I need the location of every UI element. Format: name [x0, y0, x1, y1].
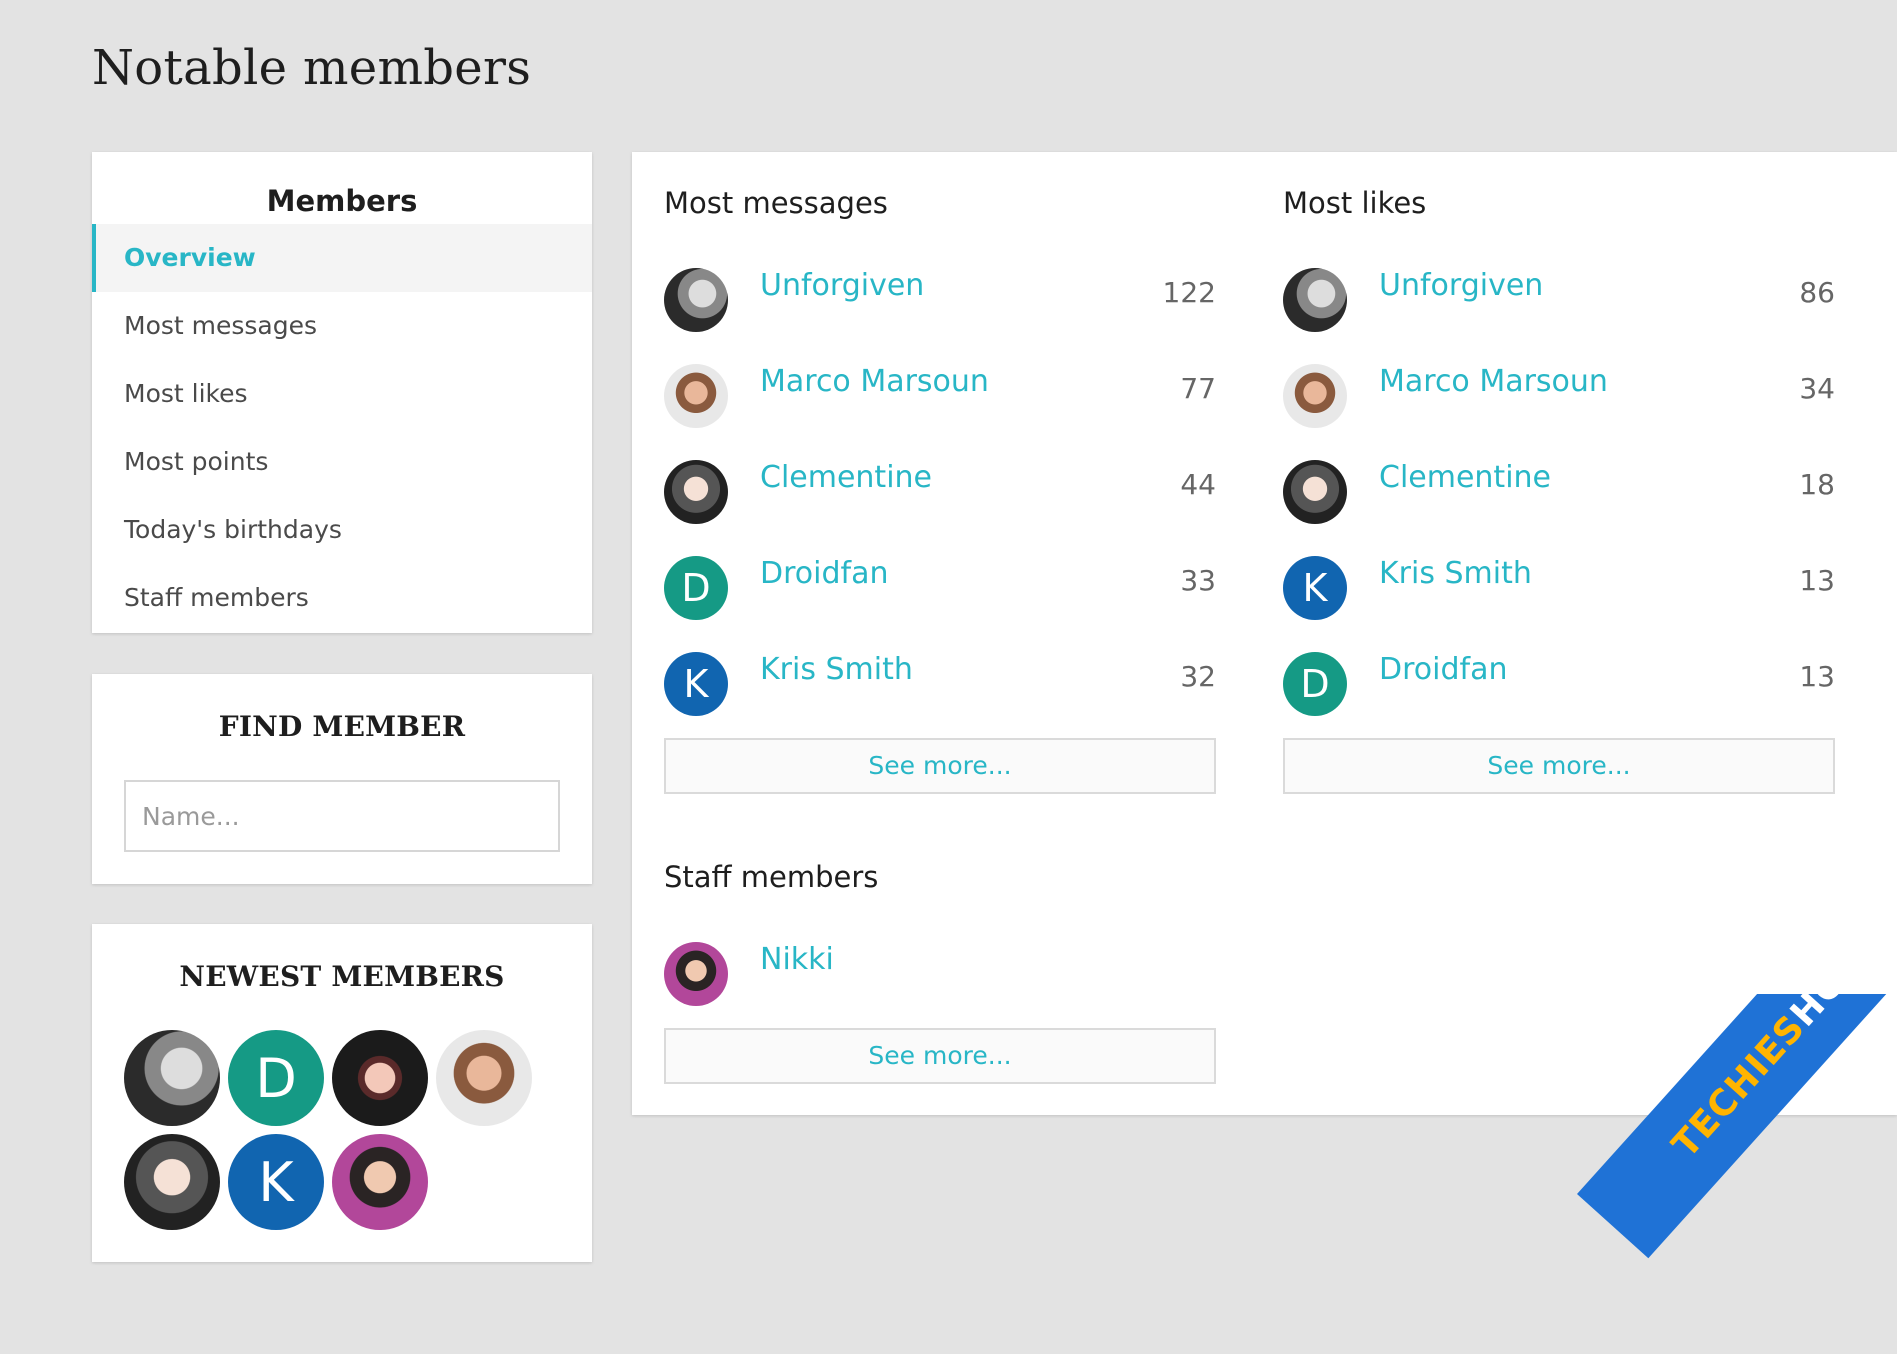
member-row: Nikki [664, 926, 1216, 1022]
nav-item-todays-birthdays[interactable]: Today's birthdays [92, 496, 592, 564]
member-avatar[interactable]: K [1283, 556, 1347, 620]
member-name-link[interactable]: Kris Smith [1379, 556, 1532, 591]
page-title: Notable members [92, 40, 532, 96]
member-avatar[interactable] [664, 460, 728, 524]
newest-members-grid: DK [124, 1030, 544, 1230]
member-count: 32 [1180, 660, 1216, 693]
nav-item-staff-members[interactable]: Staff members [92, 564, 592, 632]
member-name-input[interactable] [124, 780, 560, 852]
member-row: Unforgiven 122 [664, 252, 1216, 348]
member-name-link[interactable]: Clementine [1379, 460, 1551, 495]
nav-item-overview[interactable]: Overview [92, 224, 592, 292]
member-avatar[interactable] [332, 1134, 428, 1230]
notable-members-main: Most messages Unforgiven 122 Marco Marsoun… [632, 152, 1897, 1115]
member-avatar[interactable]: D [1283, 652, 1347, 716]
member-name-link[interactable]: Droidfan [760, 556, 888, 591]
member-count: 13 [1799, 564, 1835, 597]
member-row: D Droidfan 13 [1283, 636, 1835, 732]
member-row: K Kris Smith 32 [664, 636, 1216, 732]
member-row: D Droidfan 33 [664, 540, 1216, 636]
avatar-letter: K [258, 1150, 294, 1214]
member-count: 77 [1180, 372, 1216, 405]
member-row: Clementine 18 [1283, 444, 1835, 540]
member-avatar[interactable]: K [228, 1134, 324, 1230]
member-row: Clementine 44 [664, 444, 1216, 540]
member-avatar[interactable] [1283, 268, 1347, 332]
member-avatar[interactable] [124, 1134, 220, 1230]
member-name-link[interactable]: Clementine [760, 460, 932, 495]
find-member-title: FIND MEMBER [218, 710, 466, 743]
member-count: 86 [1799, 276, 1835, 309]
member-avatar[interactable]: D [664, 556, 728, 620]
member-avatar[interactable] [332, 1030, 428, 1126]
members-nav-list: Overview Most messages Most likes Most p… [92, 224, 592, 632]
avatar-letter: D [1300, 662, 1330, 706]
member-avatar[interactable]: D [228, 1030, 324, 1126]
newest-members-title: NEWEST MEMBERS [179, 960, 505, 993]
member-row: Marco Marsoun 34 [1283, 348, 1835, 444]
nav-item-most-messages[interactable]: Most messages [92, 292, 592, 360]
member-count: 13 [1799, 660, 1835, 693]
member-avatar[interactable] [1283, 460, 1347, 524]
member-avatar[interactable] [664, 268, 728, 332]
member-name-link[interactable]: Nikki [760, 942, 834, 977]
member-avatar[interactable] [664, 942, 728, 1006]
member-name-link[interactable]: Droidfan [1379, 652, 1507, 687]
newest-members-card: NEWEST MEMBERS DK [92, 924, 592, 1262]
staff-members-list: Nikki [664, 926, 1216, 1022]
member-count: 33 [1180, 564, 1216, 597]
most-messages-list: Unforgiven 122 Marco Marsoun 77 Clementine 44… [664, 252, 1216, 732]
member-name-link[interactable]: Unforgiven [760, 268, 924, 303]
member-count: 44 [1180, 468, 1216, 501]
member-count: 34 [1799, 372, 1835, 405]
staff-members-see-more-button[interactable]: See more... [664, 1028, 1216, 1084]
member-name-link[interactable]: Marco Marsoun [1379, 364, 1608, 399]
find-member-card: FIND MEMBER [92, 674, 592, 884]
most-likes-list: Unforgiven 86 Marco Marsoun 34 Clementine 18 K… [1283, 252, 1835, 732]
member-avatar[interactable] [124, 1030, 220, 1126]
member-name-link[interactable]: Kris Smith [760, 652, 913, 687]
avatar-letter: K [683, 662, 709, 706]
avatar-letter: D [681, 566, 711, 610]
most-messages-see-more-button[interactable]: See more... [664, 738, 1216, 794]
member-avatar[interactable] [436, 1030, 532, 1126]
member-count: 122 [1162, 276, 1216, 309]
member-avatar[interactable] [664, 364, 728, 428]
member-avatar[interactable]: K [664, 652, 728, 716]
most-likes-title: Most likes [1283, 186, 1427, 220]
members-nav-card: Members Overview Most messages Most like… [92, 152, 592, 633]
nav-item-most-likes[interactable]: Most likes [92, 360, 592, 428]
member-row: Marco Marsoun 77 [664, 348, 1216, 444]
most-messages-title: Most messages [664, 186, 888, 220]
avatar-letter: K [1302, 566, 1328, 610]
member-row: Unforgiven 86 [1283, 252, 1835, 348]
member-name-link[interactable]: Unforgiven [1379, 268, 1543, 303]
member-name-link[interactable]: Marco Marsoun [760, 364, 989, 399]
member-count: 18 [1799, 468, 1835, 501]
nav-item-most-points[interactable]: Most points [92, 428, 592, 496]
member-avatar[interactable] [1283, 364, 1347, 428]
member-row: K Kris Smith 13 [1283, 540, 1835, 636]
staff-members-title: Staff members [664, 860, 879, 894]
avatar-letter: D [255, 1046, 297, 1110]
most-likes-see-more-button[interactable]: See more... [1283, 738, 1835, 794]
members-nav-title: Members [266, 184, 418, 218]
